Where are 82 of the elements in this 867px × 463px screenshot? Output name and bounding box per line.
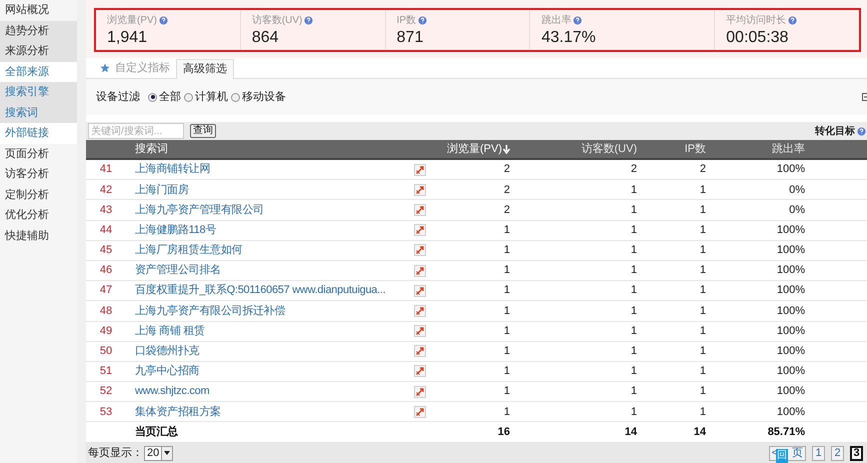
rank-number: 47 [100, 283, 112, 298]
summary-label: 当页汇总 [135, 426, 178, 438]
bounce-value: 100% [776, 324, 805, 339]
pv-value: 1 [504, 404, 510, 420]
ip-value: 1 [700, 263, 706, 278]
stat-label: 浏览量(PV) [107, 14, 157, 28]
stat-value: 00:05:38 [726, 28, 790, 48]
bounce-value: 100% [776, 162, 805, 178]
bounce-value: 100% [776, 344, 805, 360]
uv-value: 1 [630, 222, 637, 238]
stat-label: IP数 [396, 14, 416, 28]
bounce-value: 85.71% [768, 424, 805, 440]
pv-value: 16 [498, 424, 510, 440]
pv-value: 1 [504, 364, 510, 380]
rank-number: 46 [100, 263, 112, 278]
stat-label: 平均访问时长 [726, 14, 786, 28]
stat-label: 访客数(UV) [252, 14, 302, 28]
rank-number: 43 [100, 202, 112, 218]
pv-value: 2 [504, 202, 510, 218]
uv-value: 1 [630, 263, 637, 278]
filter-label: 设备过滤 [96, 90, 140, 105]
ip-value: 1 [700, 182, 706, 198]
rank-number: 41 [100, 162, 112, 178]
bounce-value: 100% [776, 283, 805, 298]
rank-number: 42 [100, 182, 112, 198]
stat-value: 871 [396, 28, 424, 48]
uv-value: 1 [630, 384, 637, 400]
stat-label: 跳出率 [541, 14, 572, 28]
rank-number: 44 [100, 222, 112, 238]
stat-value: 864 [252, 28, 280, 48]
bounce-value: 100% [776, 364, 805, 380]
ip-value: 1 [700, 324, 706, 339]
ip-value: 14 [694, 424, 706, 440]
rank-number: 45 [100, 243, 112, 258]
rank-number: 48 [100, 304, 112, 319]
uv-value: 1 [630, 243, 637, 258]
uv-value: 14 [624, 424, 637, 440]
bounce-value: 100% [776, 243, 805, 258]
bounce-value: 100% [776, 404, 805, 420]
bounce-value: 100% [776, 222, 805, 238]
bounce-value: 0% [789, 182, 805, 198]
uv-value: 1 [630, 364, 637, 380]
ip-value: 1 [700, 364, 706, 380]
ip-value: 2 [700, 162, 706, 178]
ip-value: 1 [700, 283, 706, 298]
stat-value: 1,941 [107, 28, 148, 48]
bounce-value: 100% [776, 384, 805, 400]
uv-value: 1 [630, 182, 637, 198]
bounce-value: 100% [776, 263, 805, 278]
pv-value: 1 [504, 324, 510, 339]
pv-value: 1 [504, 384, 510, 400]
uv-value: 1 [630, 404, 637, 420]
pv-value: 2 [504, 182, 510, 198]
ip-value: 1 [700, 404, 706, 420]
pv-value: 1 [504, 283, 510, 298]
bounce-value: 100% [776, 304, 805, 319]
ip-value: 1 [700, 344, 706, 360]
rank-number: 52 [100, 384, 112, 400]
rank-number: 49 [100, 324, 112, 339]
uv-value: 1 [630, 324, 637, 339]
bounce-value: 0% [789, 202, 805, 218]
ip-value: 1 [700, 243, 706, 258]
ip-value: 1 [700, 202, 706, 218]
uv-value: 1 [630, 344, 637, 360]
pv-value: 2 [504, 162, 510, 178]
rank-number: 51 [100, 364, 112, 380]
uv-value: 2 [630, 162, 637, 178]
pv-value: 1 [504, 304, 510, 319]
ip-value: 1 [700, 222, 706, 238]
rank-number: 53 [100, 404, 112, 420]
uv-value: 1 [630, 304, 637, 319]
pv-value: 1 [504, 243, 510, 258]
rank-number: 50 [100, 344, 112, 360]
uv-value: 1 [630, 202, 637, 218]
pv-value: 1 [504, 263, 510, 278]
pv-value: 1 [504, 222, 510, 238]
pv-value: 1 [504, 344, 510, 360]
uv-value: 1 [630, 283, 637, 298]
ip-value: 1 [700, 384, 706, 400]
ip-value: 1 [700, 304, 706, 319]
stat-value: 43.17% [541, 28, 597, 48]
page-size-label: 每页显示： [88, 446, 143, 461]
